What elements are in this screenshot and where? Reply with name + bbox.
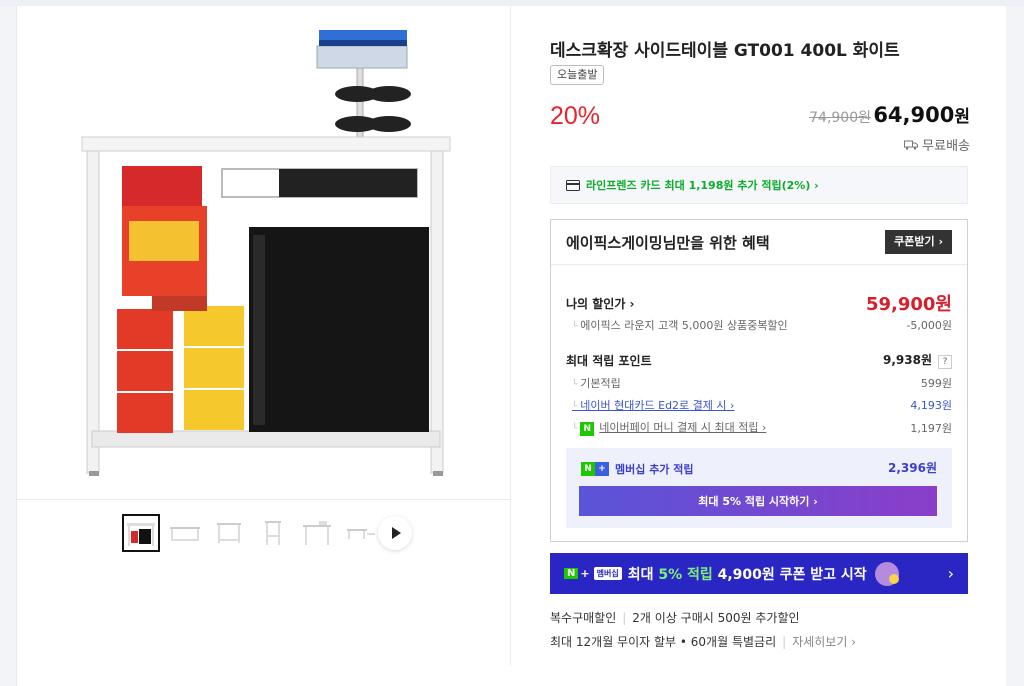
banner-plus-icon: + [580, 567, 590, 580]
shipping-text: 무료배송 [922, 139, 970, 154]
benefit-title: 에이픽스게이밍님만을 위한 혜택 [566, 233, 770, 252]
membership-label-wrap: N + 멤버십 추가 적립 [581, 458, 694, 477]
basic-point-value: 599원 [920, 377, 952, 390]
my-discount-row[interactable]: 나의 할인가 › 59,900원 [566, 290, 952, 316]
help-icon[interactable]: ? [938, 355, 952, 369]
sale-price-unit: 원 [954, 107, 970, 127]
thumbnail-5[interactable] [298, 514, 336, 552]
membership-box: N + 멤버십 추가 적립 2,396원 최대 5% 적립 시작하기 › [566, 448, 952, 528]
video-play-button[interactable] [378, 516, 412, 550]
npay-point-row[interactable]: N 네이버페이 머니 결제 시 최대 적립 › 1,197원 [566, 419, 952, 436]
sale-price-number: 64,900 [873, 103, 955, 127]
play-icon [392, 527, 401, 539]
basic-point-row: 기본적립 599원 [566, 375, 952, 391]
plus-icon: + [595, 461, 609, 476]
thumbnail-6[interactable] [342, 514, 380, 552]
original-price: 74,900원 [809, 107, 871, 127]
main-product-image[interactable] [17, 6, 511, 500]
thumbnail-2[interactable] [166, 514, 204, 552]
product-page: 데스크확장 사이드테이블 GT001 400L 화이트 오늘출발 20% 74,… [16, 6, 1006, 686]
thumbnail-4[interactable] [254, 514, 292, 552]
benefit-header: 에이픽스게이밍님만을 위한 혜택 쿠폰받기 › [551, 220, 967, 265]
npay-point-value: 1,197원 [910, 421, 952, 435]
max-point-label: 최대 적립 포인트 [566, 353, 652, 368]
banner-text-prefix: 최대 [627, 566, 659, 583]
naver-plus-icon: N + [581, 461, 609, 476]
shipping-info: 무료배송 [904, 135, 970, 154]
lounge-discount-label: 에이픽스 라운지 고객 5,000원 상품중복할인 [566, 317, 787, 333]
truck-icon [904, 140, 919, 150]
thumbnail-1[interactable] [122, 514, 160, 552]
lounge-discount-value: -5,000원 [906, 319, 952, 332]
npay-icon: N [580, 422, 595, 436]
my-discount-price: 59,900원 [865, 294, 952, 315]
banner-text: 최대 5% 적립 4,900원 쿠폰 받고 시작 [628, 564, 867, 584]
installment-more-link[interactable]: 자세히보기 › [792, 635, 856, 649]
installment-text: 최대 12개월 무이자 할부 • 60개월 특별금리 [550, 635, 777, 649]
membership-start-button[interactable]: 최대 5% 적립 시작하기 › [579, 486, 937, 516]
n-icon: N [581, 461, 595, 476]
get-coupon-button[interactable]: 쿠폰받기 › [885, 230, 952, 254]
product-title: 데스크확장 사이드테이블 GT001 400L 화이트 [550, 41, 900, 61]
membership-banner[interactable]: N + 멤버십 최대 5% 적립 4,900원 쿠폰 받고 시작 › [550, 553, 968, 594]
basic-point-label: 기본적립 [566, 375, 620, 391]
max-point-row: 최대 적립 포인트 9,938원? [566, 351, 952, 369]
card-point-label[interactable]: 네이버 현대카드 Ed2로 결제 시 › [566, 397, 734, 413]
gift-icon [874, 561, 899, 586]
card-benefit-box[interactable]: 라인프렌즈 카드 최대 1,198원 추가 적립(2%) › [550, 166, 968, 204]
side-table-illustration [81, 30, 451, 476]
sale-price: 64,900원 [873, 102, 970, 127]
thumbnail-strip [122, 514, 412, 552]
chevron-right-icon: › [947, 564, 954, 583]
divider: | [782, 635, 787, 649]
membership-value: 2,396원 [888, 461, 937, 475]
original-price-text: 74,900원 [809, 110, 871, 126]
product-gallery [17, 6, 511, 666]
discount-rate: 20% [550, 102, 601, 130]
member-benefit-box: 에이픽스게이밍님만을 위한 혜택 쿠폰받기 › 나의 할인가 › 59,900원… [550, 219, 968, 542]
lounge-discount-row: 에이픽스 라운지 고객 5,000원 상품중복할인 -5,000원 [566, 317, 952, 333]
card-point-row[interactable]: 네이버 현대카드 Ed2로 결제 시 › 4,193원 [566, 397, 952, 413]
multi-buy-discount: 복수구매할인 | 2개 이상 구매시 500원 추가할인 [550, 609, 800, 626]
installment-info: 최대 12개월 무이자 할부 • 60개월 특별금리 | 자세히보기 › [550, 633, 856, 650]
banner-text-highlight: 5% 적립 [658, 566, 713, 583]
card-point-value: 4,193원 [910, 399, 952, 412]
divider: | [622, 611, 627, 625]
thumbnail-3[interactable] [210, 514, 248, 552]
membership-label: 멤버십 추가 적립 [615, 463, 694, 476]
card-benefit-text: 라인프렌즈 카드 최대 1,198원 추가 적립(2%) › [586, 179, 819, 192]
banner-n-icon: N [564, 568, 579, 579]
banner-membership-pill: 멤버십 [593, 567, 622, 580]
multi-buy-text: 2개 이상 구매시 500원 추가할인 [632, 611, 800, 625]
banner-text-suffix: 4,900원 쿠폰 받고 시작 [712, 566, 867, 583]
membership-row: N + 멤버십 추가 적립 2,396원 [581, 458, 937, 477]
credit-card-icon [566, 179, 580, 191]
multi-buy-label: 복수구매할인 [550, 611, 617, 625]
max-point-value-wrap: 9,938원? [883, 351, 952, 369]
max-point-value: 9,938원 [883, 353, 932, 367]
my-discount-label: 나의 할인가 › [566, 296, 635, 311]
today-ship-badge: 오늘출발 [550, 65, 605, 85]
npay-point-label-wrap[interactable]: N 네이버페이 머니 결제 시 최대 적립 › [566, 419, 766, 436]
npay-point-label: 네이버페이 머니 결제 시 최대 적립 › [599, 421, 767, 434]
